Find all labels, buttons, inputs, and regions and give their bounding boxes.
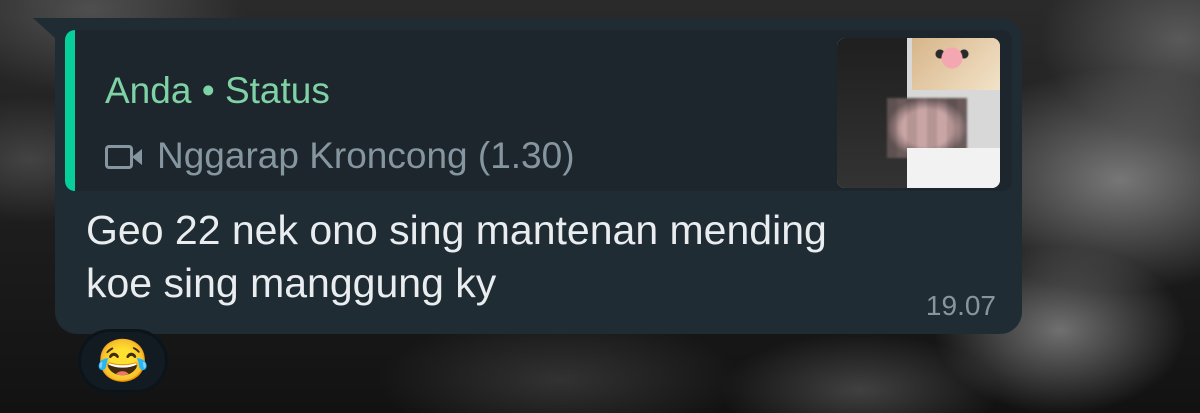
- reaction-badge[interactable]: 😂: [78, 329, 168, 393]
- quote-media-line: Nggarap Kroncong (1.30): [105, 134, 575, 178]
- video-camera-icon: [105, 143, 143, 169]
- status-thumbnail[interactable]: [837, 38, 1000, 188]
- message-bubble[interactable]: Anda • Status Nggarap Kroncong (1.30) Ge…: [55, 18, 1022, 334]
- quote-media-caption: Nggarap Kroncong (1.30): [157, 135, 575, 176]
- quote-separator: •: [201, 70, 215, 111]
- bubble-tail: [33, 18, 57, 40]
- quote-title: Anda • Status: [105, 70, 330, 112]
- message-timestamp: 19.07: [925, 290, 996, 321]
- quote-type: Status: [224, 70, 330, 111]
- quote-accent-bar: [65, 30, 75, 191]
- quote-author: Anda: [105, 70, 192, 111]
- quoted-status[interactable]: Anda • Status Nggarap Kroncong (1.30): [65, 30, 1012, 191]
- reaction-emoji: 😂: [96, 336, 150, 384]
- message-text: Geo 22 nek ono sing mantenan mending koe…: [86, 207, 827, 306]
